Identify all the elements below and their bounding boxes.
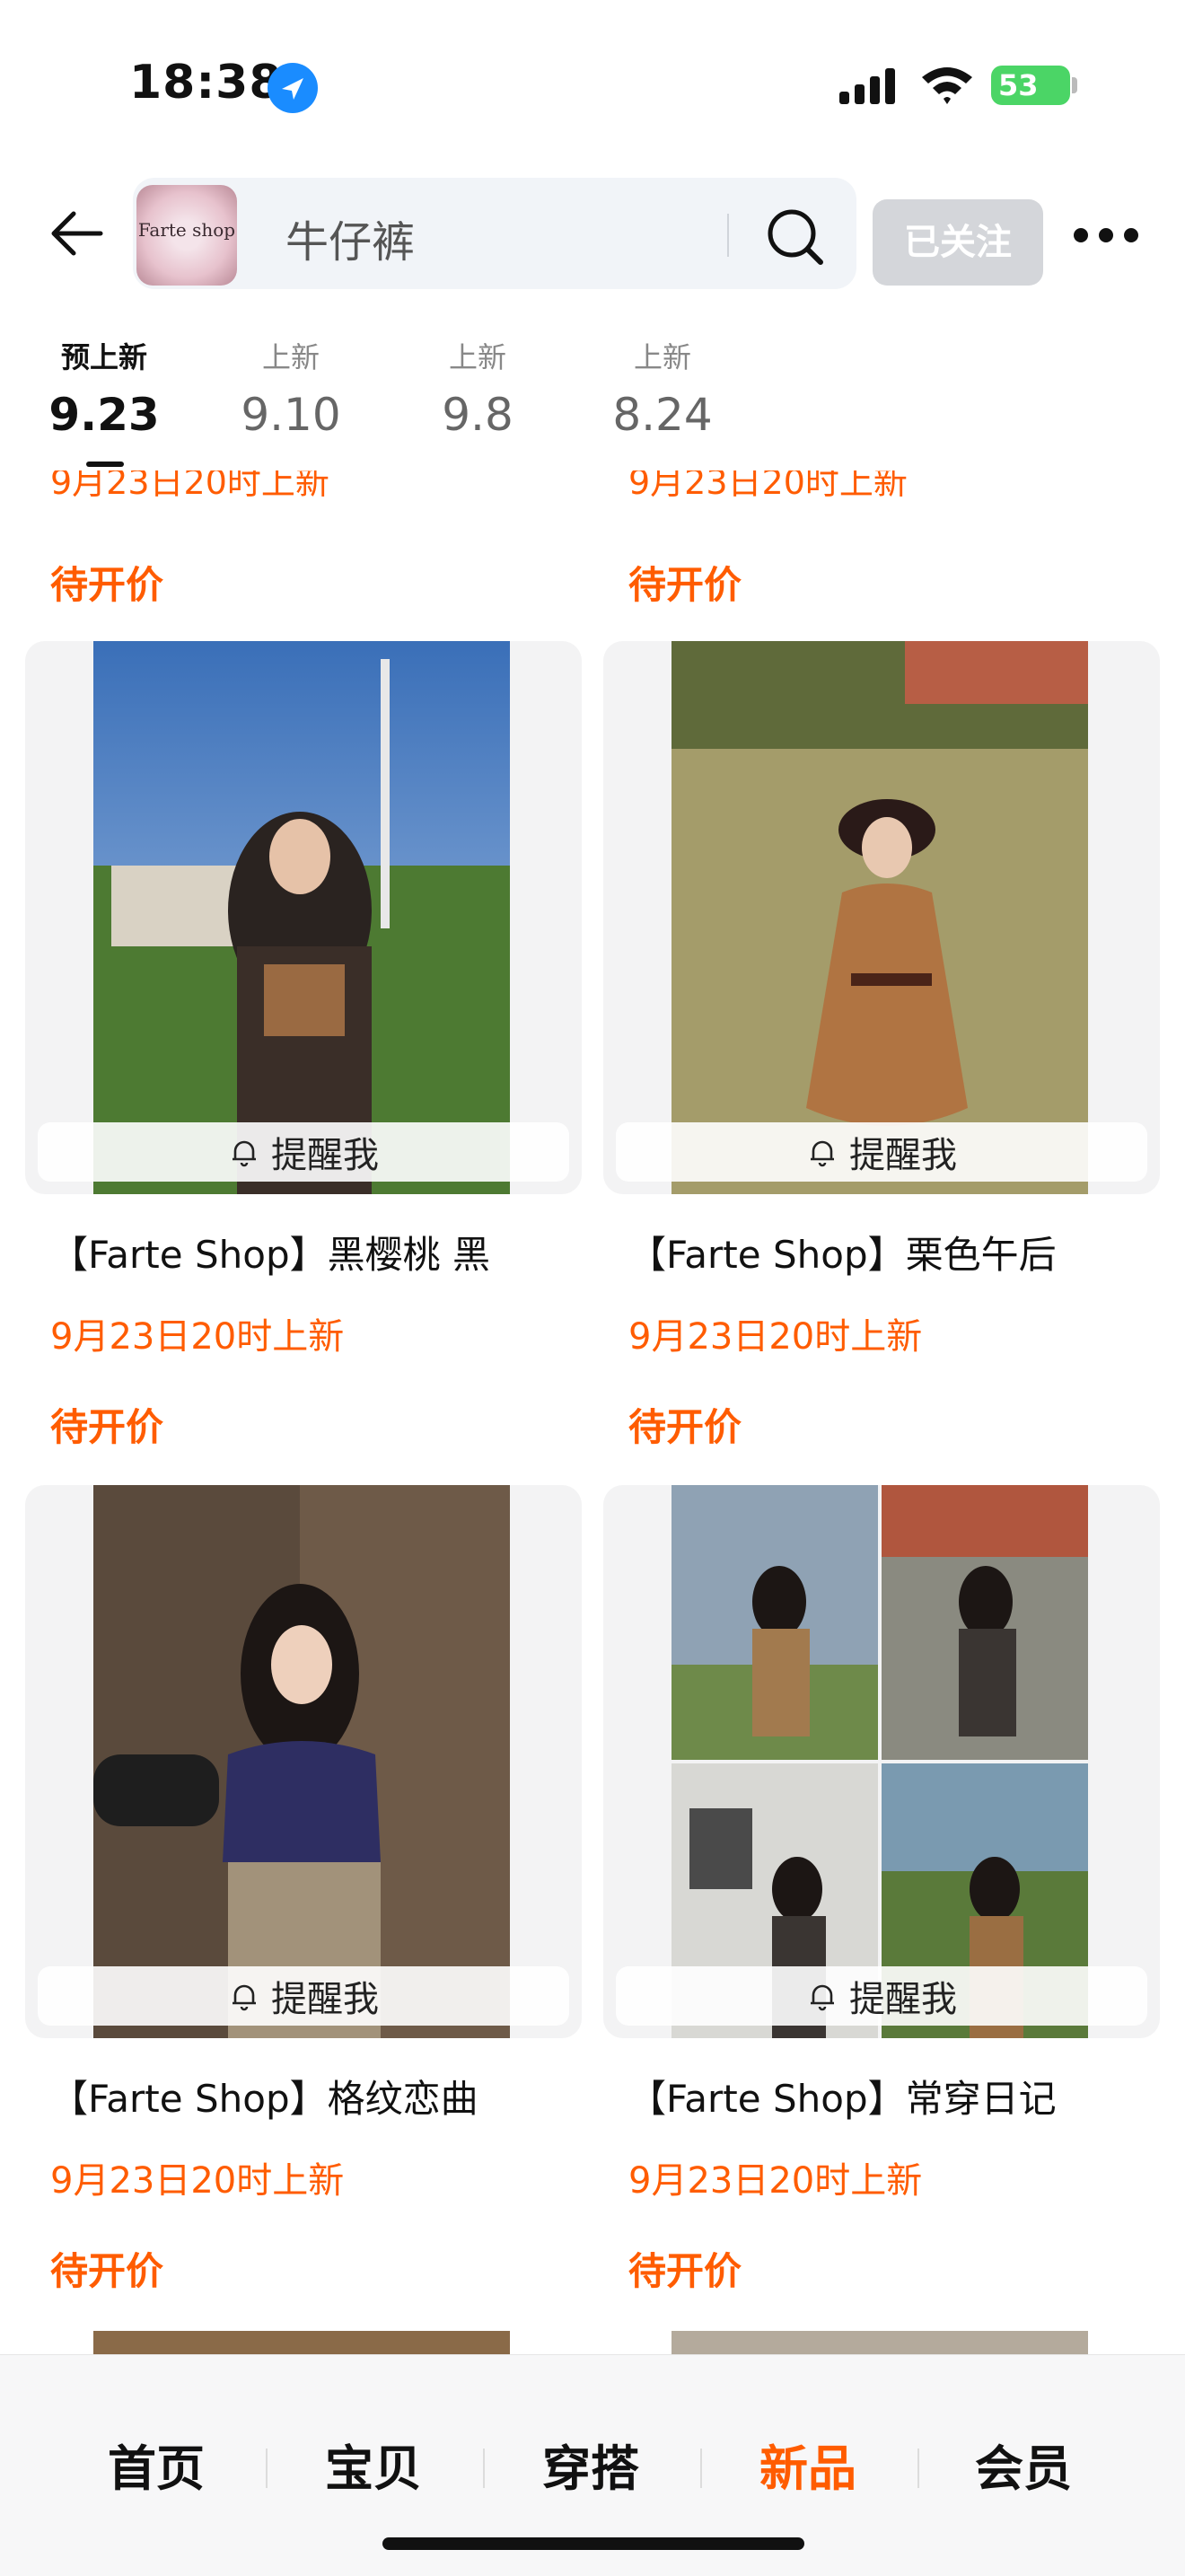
shop-logo-text: Farte shop bbox=[137, 219, 236, 241]
wifi-icon bbox=[922, 67, 972, 104]
product-photo bbox=[93, 1485, 510, 2038]
prev-row-clip: 9月23日20时上新 9月23日20时上新 bbox=[0, 470, 1185, 515]
tab-date: 9.8 bbox=[442, 389, 514, 441]
active-tab-indicator bbox=[86, 462, 124, 467]
search-bar[interactable] bbox=[133, 178, 856, 289]
product-date: 9月23日20时上新 bbox=[50, 1316, 345, 1358]
product-date: 9月23日20时上新 bbox=[50, 2160, 345, 2202]
status-time: 18:38 bbox=[129, 56, 283, 110]
product-date: 9月23日20时上新 bbox=[50, 470, 329, 502]
product-price: 待开价 bbox=[628, 1405, 742, 1449]
product-title[interactable]: 【Farte Shop】常穿日记 bbox=[628, 2069, 1057, 2123]
tab-date-3[interactable]: 上新 9.8 bbox=[397, 338, 558, 442]
tab-label: 上新 bbox=[261, 340, 320, 374]
tab-label: 预上新 bbox=[60, 340, 147, 374]
tab-label: 上新 bbox=[633, 340, 691, 374]
tab-date: 9.10 bbox=[241, 389, 341, 441]
remind-label: 提醒我 bbox=[849, 1135, 957, 1176]
product-card[interactable]: 提醒我 bbox=[25, 1485, 582, 2038]
tab-date-1[interactable]: 预上新 9.23 bbox=[23, 338, 185, 442]
home-indicator[interactable] bbox=[382, 2537, 804, 2550]
nav-separator bbox=[917, 2449, 919, 2488]
remind-label: 提醒我 bbox=[271, 1135, 379, 1176]
battery-icon: 53 bbox=[991, 66, 1070, 105]
remind-label: 提醒我 bbox=[271, 1979, 379, 2020]
shop-logo: Farte shop bbox=[136, 185, 237, 286]
product-photo bbox=[672, 1485, 1088, 2038]
nav-outfits[interactable]: 穿搭 bbox=[501, 2429, 680, 2500]
bell-icon bbox=[811, 1140, 834, 1167]
tab-date: 8.24 bbox=[612, 389, 713, 441]
product-date: 9月23日20时上新 bbox=[628, 470, 908, 502]
remind-label: 提醒我 bbox=[849, 1979, 957, 2020]
product-title[interactable]: 【Farte Shop】黑樱桃 黑 bbox=[50, 1225, 490, 1279]
cellular-signal-icon bbox=[839, 68, 895, 104]
search-query-text[interactable]: 牛仔裤 bbox=[285, 207, 415, 269]
product-price: 待开价 bbox=[628, 563, 742, 607]
product-price: 待开价 bbox=[50, 1405, 164, 1449]
more-options-icon[interactable] bbox=[1072, 226, 1140, 244]
tab-label: 上新 bbox=[448, 340, 506, 374]
nav-new-arrivals[interactable]: 新品 bbox=[718, 2429, 898, 2500]
remind-me-button[interactable]: 提醒我 bbox=[616, 1966, 1147, 2026]
product-photo bbox=[672, 641, 1088, 1194]
product-price: 待开价 bbox=[628, 2249, 742, 2293]
product-card[interactable]: 提醒我 bbox=[25, 641, 582, 1194]
product-date: 9月23日20时上新 bbox=[628, 2160, 923, 2202]
product-title[interactable]: 【Farte Shop】格纹恋曲 bbox=[50, 2069, 478, 2123]
product-price: 待开价 bbox=[50, 563, 164, 607]
tab-date-2[interactable]: 上新 9.10 bbox=[210, 338, 372, 442]
product-price: 待开价 bbox=[50, 2249, 164, 2293]
nav-separator bbox=[483, 2449, 485, 2488]
remind-me-button[interactable]: 提醒我 bbox=[616, 1122, 1147, 1182]
follow-button[interactable]: 已关注 bbox=[873, 199, 1043, 286]
nav-items[interactable]: 宝贝 bbox=[284, 2429, 463, 2500]
status-bar: 18:38 53 bbox=[0, 0, 1185, 171]
back-arrow-icon[interactable] bbox=[48, 205, 106, 262]
search-icon[interactable] bbox=[763, 205, 828, 269]
bell-icon bbox=[233, 1984, 256, 2011]
battery-tip bbox=[1072, 77, 1077, 93]
location-arrow-icon bbox=[268, 63, 318, 113]
nav-membership[interactable]: 会员 bbox=[934, 2429, 1113, 2500]
nav-separator bbox=[700, 2449, 702, 2488]
product-card[interactable]: 提醒我 bbox=[603, 1485, 1160, 2038]
search-divider bbox=[727, 214, 729, 257]
bell-icon bbox=[233, 1140, 256, 1167]
nav-separator bbox=[266, 2449, 268, 2488]
product-card[interactable]: 提醒我 bbox=[603, 641, 1160, 1194]
battery-level: 53 bbox=[998, 68, 1039, 102]
nav-home[interactable]: 首页 bbox=[66, 2429, 246, 2500]
remind-me-button[interactable]: 提醒我 bbox=[38, 1122, 569, 1182]
tab-date: 9.23 bbox=[48, 389, 160, 441]
product-date: 9月23日20时上新 bbox=[628, 1316, 923, 1358]
tab-date-4[interactable]: 上新 8.24 bbox=[582, 338, 743, 442]
remind-me-button[interactable]: 提醒我 bbox=[38, 1966, 569, 2026]
product-title[interactable]: 【Farte Shop】栗色午后 bbox=[628, 1225, 1057, 1279]
bell-icon bbox=[811, 1984, 834, 2011]
product-photo bbox=[93, 641, 510, 1194]
